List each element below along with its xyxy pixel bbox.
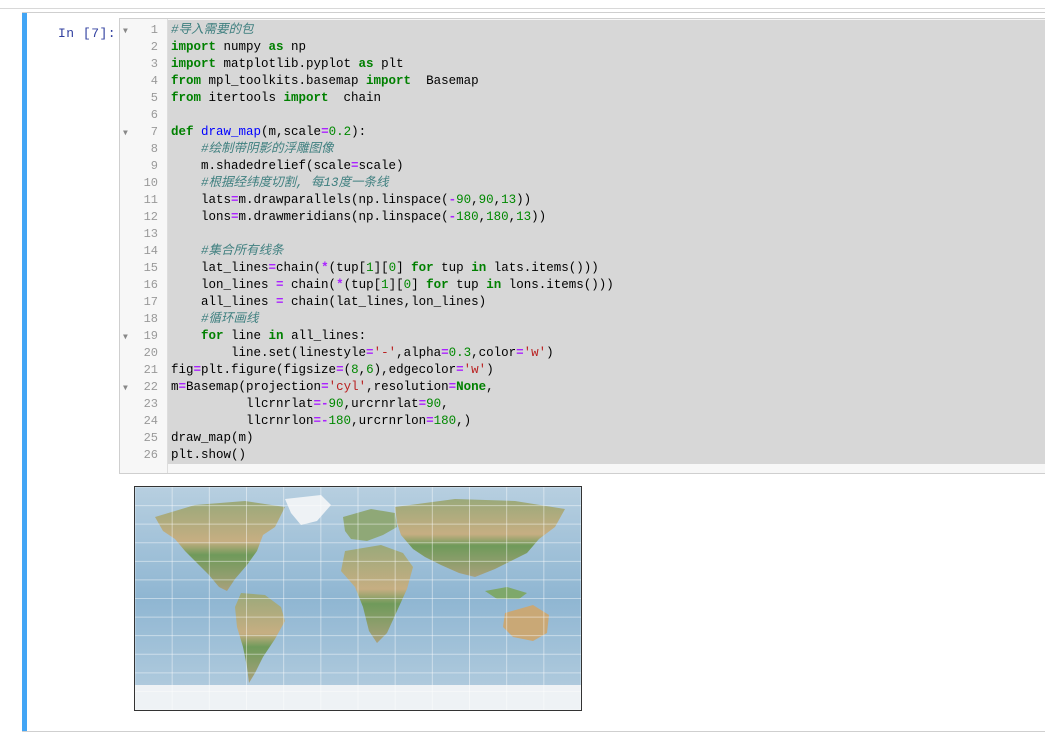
code-text: def draw_map(m,scale=0.2): [171,125,367,139]
output-image-world-map [134,486,582,711]
code-text: lat_lines=chain(*(tup[1][0] for tup in l… [171,261,599,275]
code-line[interactable]: 17 all_lines = chain(lat_lines,lon_lines… [120,294,1045,311]
line-number: 18 [143,312,158,326]
code-line[interactable]: 11 lats=m.drawparallels(np.linspace(-90,… [120,192,1045,209]
code-line[interactable]: 21 fig=plt.figure(figsize=(8,6),edgecolor… [120,362,1045,379]
line-number: 5 [150,91,158,105]
code-text: from mpl_toolkits.basemap import Basemap [171,74,479,88]
code-line[interactable]: 6 [120,107,1045,124]
code-line[interactable]: 23 llcrnrlat=-90,urcrnrlat=90, [120,396,1045,413]
code-line[interactable]: 16 lon_lines = chain(*(tup[1][0] for tup… [120,277,1045,294]
line-number: 6 [150,108,158,122]
line-number: 25 [143,431,158,445]
code-line[interactable]: 8 #绘制带阴影的浮雕图像 [120,141,1045,158]
line-number: 20 [143,346,158,360]
code-text: line.set(linestyle='-',alpha=0.3,color='… [171,346,554,360]
code-line[interactable]: 18 #循环画线 [120,311,1045,328]
code-text: m=Basemap(projection='cyl',resolution=No… [171,380,494,394]
line-number: 13 [143,227,158,241]
line-number: 11 [143,193,158,207]
code-line[interactable]: ▼ 1 #导入需要的包 [120,22,1045,39]
code-line[interactable]: ▼ 22 m=Basemap(projection='cyl',resolution… [120,379,1045,396]
code-text: #循环画线 [201,312,259,326]
code-line[interactable]: 9 m.shadedrelief(scale=scale) [120,158,1045,175]
code-editor[interactable]: ▼ 1 #导入需要的包 2 import numpy as np 3 import matp… [119,18,1045,474]
line-number: 16 [143,278,158,292]
code-line[interactable]: 10 #根据经纬度切割, 每13度一条线 [120,175,1045,192]
code-line[interactable]: 25 draw_map(m) [120,430,1045,447]
line-number: 12 [143,210,158,224]
line-number: 26 [143,448,158,462]
line-number: 8 [150,142,158,156]
line-number: 4 [150,74,158,88]
code-line[interactable]: 5 from itertools import chain [120,90,1045,107]
code-text: lons=m.drawmeridians(np.linspace(-180,18… [171,210,547,224]
line-number: 3 [150,57,158,71]
line-number: 15 [143,261,158,275]
code-text: for line in all_lines: [201,329,367,343]
line-number: 10 [143,176,158,190]
code-text: #导入需要的包 [171,23,254,37]
code-line[interactable]: 4 from mpl_toolkits.basemap import Basema… [120,73,1045,90]
code-line[interactable]: 15 lat_lines=chain(*(tup[1][0] for tup i… [120,260,1045,277]
code-text: #集合所有线条 [201,244,284,258]
code-line[interactable]: 13 [120,226,1045,243]
code-line[interactable]: 12 lons=m.drawmeridians(np.linspace(-180… [120,209,1045,226]
world-map-plot [135,487,581,710]
code-line[interactable]: 26 plt.show() [120,447,1045,464]
line-number: 7 [150,125,158,139]
input-prompt: In [7]: [58,26,117,41]
code-text: m.shadedrelief(scale=scale) [171,159,404,173]
code-line[interactable]: 3 import matplotlib.pyplot as plt [120,56,1045,73]
code-text: llcrnrlon=-180,urcrnrlon=180,) [171,414,472,428]
code-text: import matplotlib.pyplot as plt [171,57,404,71]
line-number: 22 [143,380,158,394]
cell-selected-bar [22,13,27,731]
code-text: #绘制带阴影的浮雕图像 [201,142,334,156]
line-number: 14 [143,244,158,258]
line-number: 1 [150,23,158,37]
code-line[interactable]: ▼ 7 def draw_map(m,scale=0.2): [120,124,1045,141]
line-number: 21 [143,363,158,377]
line-number: 24 [143,414,158,428]
code-text: import numpy as np [171,40,307,54]
code-line[interactable]: 20 line.set(linestyle='-',alpha=0.3,colo… [120,345,1045,362]
code-text: all_lines = chain(lat_lines,lon_lines) [171,295,487,309]
code-line[interactable]: 24 llcrnrlon=-180,urcrnrlon=180,) [120,413,1045,430]
line-number: 9 [150,159,158,173]
line-number: 2 [150,40,158,54]
line-number: 17 [143,295,158,309]
code-text: lats=m.drawparallels(np.linspace(-90,90,… [171,193,532,207]
line-number: 23 [143,397,158,411]
code-line[interactable]: ▼ 19 for line in all_lines: [120,328,1045,345]
notebook-cell[interactable]: In [7]: ▼ 1 #导入需要的包 2 import numpy as np 3 imp… [22,12,1045,732]
code-text: llcrnrlat=-90,urcrnrlat=90, [171,397,449,411]
top-rule [0,8,1045,9]
code-text: from itertools import chain [171,91,382,105]
code-line[interactable]: 14 #集合所有线条 [120,243,1045,260]
line-number: 19 [143,329,158,343]
code-text: #根据经纬度切割, 每13度一条线 [201,176,389,190]
code-text: fig=plt.figure(figsize=(8,6),edgecolor='… [171,363,494,377]
code-text: draw_map(m) [171,431,254,445]
code-text: plt.show() [171,448,247,462]
code-text: lon_lines = chain(*(tup[1][0] for tup in… [171,278,614,292]
code-line[interactable]: 2 import numpy as np [120,39,1045,56]
